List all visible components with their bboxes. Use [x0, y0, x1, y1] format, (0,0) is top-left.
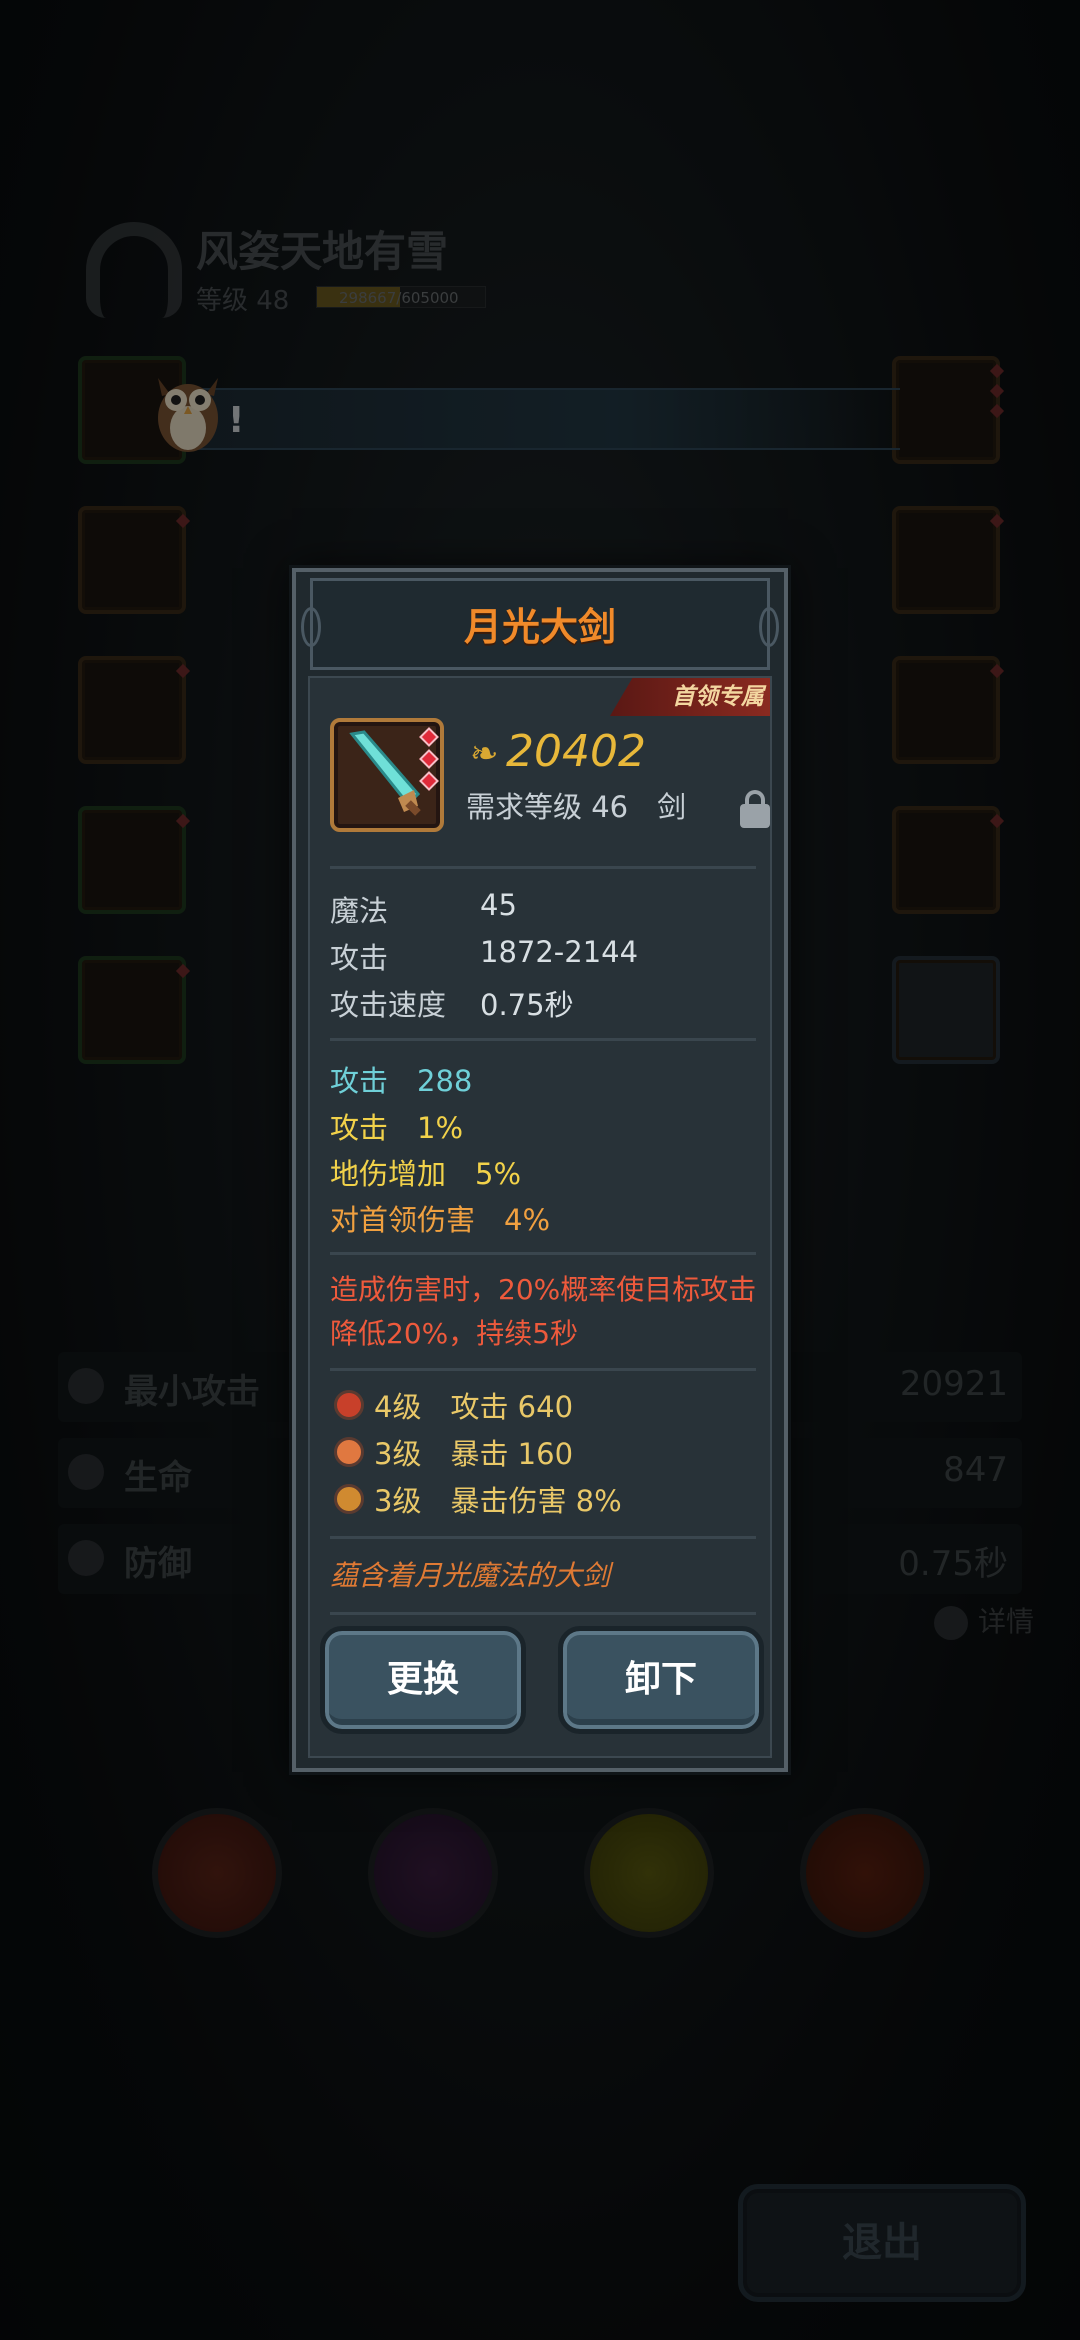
equip-slot-necklace[interactable]: [892, 656, 1005, 764]
equip-slot-ring[interactable]: [892, 506, 1005, 614]
player-level: 等级 48: [196, 286, 290, 316]
stat-key-magic: 魔法: [330, 894, 389, 928]
stat-label: 防御: [124, 1544, 192, 1584]
replace-button[interactable]: 更换: [320, 1626, 526, 1734]
item-title: 月光大剑: [463, 605, 616, 649]
divider: [330, 1368, 756, 1371]
player-avatar[interactable]: [86, 222, 182, 318]
shield-icon: [68, 1540, 104, 1576]
sword-icon: [68, 1368, 104, 1404]
amber-gem-icon: [334, 1437, 364, 1467]
affix-line: 攻击 1%: [330, 1111, 464, 1145]
affix-line: 对首领伤害 4%: [330, 1203, 551, 1237]
socket-line: 3级 暴击伤害 8%: [374, 1484, 622, 1518]
ruby-gem-icon: [334, 1390, 364, 1420]
socket-line: 3级 暴击 160: [374, 1437, 574, 1471]
info-icon: [934, 1606, 968, 1640]
item-icon: [330, 718, 444, 832]
affix-line: 攻击 288: [330, 1064, 473, 1098]
equip-slot-sword[interactable]: [892, 356, 1005, 464]
dialog-bar: [190, 388, 900, 450]
equip-slot-amulet[interactable]: [892, 806, 1005, 914]
equip-slot-empty[interactable]: [892, 956, 1000, 1064]
item-requirement: 需求等级 46 剑: [466, 790, 687, 824]
item-price: 20402: [506, 726, 646, 777]
equip-slot-gloves[interactable]: [78, 806, 191, 914]
stat-value: 20921: [899, 1364, 1008, 1404]
details-label: 详情: [978, 1605, 1035, 1638]
special-effect: 造成伤害时，20%概率使目标攻击降低20%，持续5秒: [330, 1273, 757, 1350]
divider: [330, 1536, 756, 1539]
divider: [330, 1038, 756, 1041]
divider: [330, 1612, 756, 1615]
lock-body: [740, 804, 770, 828]
stat-val-attack-speed: 0.75秒: [480, 988, 574, 1022]
flavor-text: 蕴含着月光魔法的大剑: [330, 1559, 611, 1592]
details-link[interactable]: 详情: [934, 1600, 1034, 1640]
orb-gem-icon: [334, 1484, 364, 1514]
stat-key-attack: 攻击: [330, 941, 389, 975]
stat-label: 最小攻击: [124, 1372, 260, 1412]
divider: [330, 866, 756, 869]
exit-label: 退出: [842, 2220, 922, 2266]
modal-header: 月光大剑: [301, 578, 779, 670]
divider: [330, 1252, 756, 1255]
modal-body: 首领专属 ❧ 20402 需求等级 46 剑 魔法 45 攻击 1872-214…: [308, 676, 772, 1758]
equip-slot-pants[interactable]: [78, 656, 191, 764]
unequip-label: 卸下: [624, 1659, 697, 1700]
stat-val-attack: 1872-2144: [480, 935, 639, 969]
unequip-button[interactable]: 卸下: [558, 1626, 764, 1734]
equip-slot-armor[interactable]: [78, 506, 191, 614]
stat-val-magic: 45: [480, 888, 517, 922]
affix-line: 地伤增加 5%: [330, 1157, 522, 1191]
skill-axes-icon[interactable]: [152, 1808, 282, 1938]
stat-value: 0.75秒: [898, 1544, 1008, 1584]
skill-bubbles-icon[interactable]: [584, 1808, 714, 1938]
player-name: 风姿天地有雪: [196, 227, 449, 276]
lock-icon[interactable]: [740, 790, 770, 828]
skill-fire-shield-icon[interactable]: [800, 1808, 930, 1938]
stat-value: 847: [943, 1450, 1008, 1490]
heart-icon: [68, 1454, 104, 1490]
owl-mascot-icon: [158, 378, 218, 452]
skill-dagger-icon[interactable]: [368, 1808, 498, 1938]
stat-label: 生命: [124, 1458, 192, 1498]
item-detail-modal: 月光大剑 首领专属 ❧ 20402 需求等级 46 剑 魔法 45 攻击 187…: [292, 568, 788, 1772]
badge-label: 首领专属: [672, 684, 764, 710]
xp-bar: 298667/605000: [316, 286, 486, 308]
equip-slot-helmet[interactable]: [78, 956, 191, 1064]
dialog-mark: !: [228, 400, 245, 441]
exit-button[interactable]: 退出: [738, 2184, 1026, 2302]
stat-key-attack-speed: 攻击速度: [330, 988, 447, 1022]
xp-text: 298667/605000: [339, 289, 459, 307]
game-screen: 风姿天地有雪 等级 48 298667/605000 ! 最小攻击 20921 …: [0, 0, 1080, 2340]
replace-label: 更换: [386, 1659, 459, 1700]
price-tag-icon: ❧: [470, 734, 499, 774]
socket-line: 4级 攻击 640: [374, 1390, 574, 1424]
